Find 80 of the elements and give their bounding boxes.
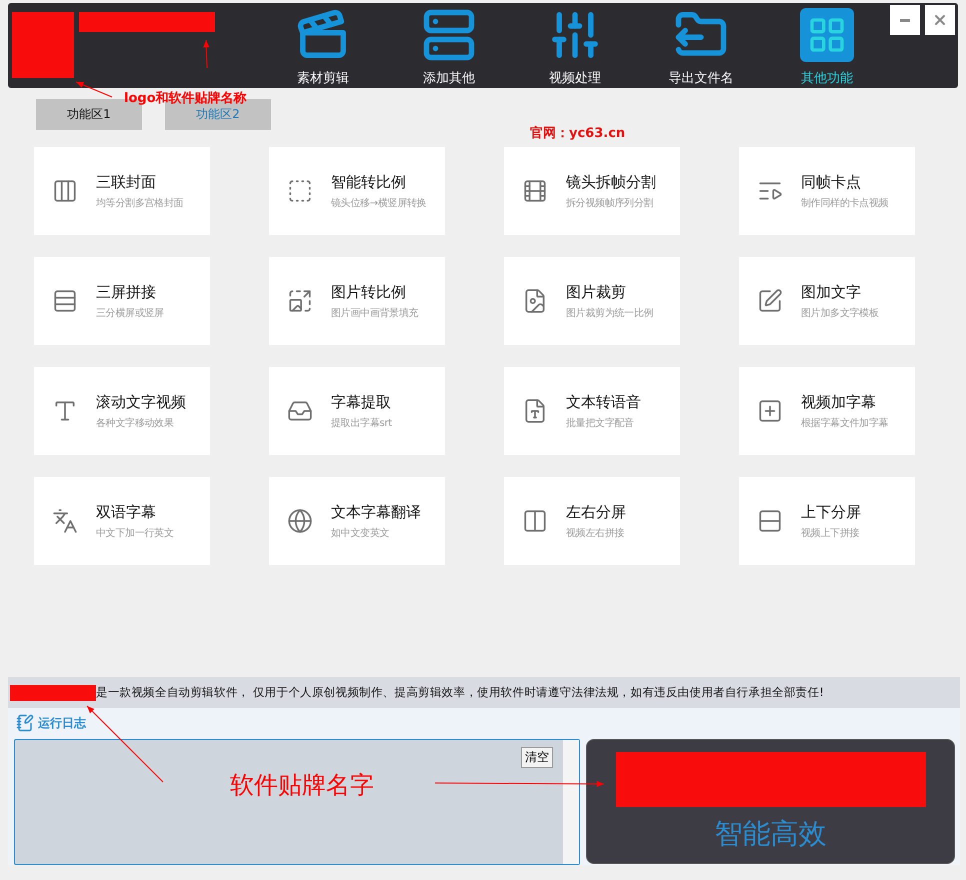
translate-icon: [52, 508, 78, 534]
minimize-button[interactable]: [890, 5, 920, 35]
feature-card[interactable]: 三联封面 均等分割多宫格封面: [34, 147, 210, 235]
feature-title: 三联封面: [96, 172, 157, 192]
feature-subtitle: 各种文字移动效果: [96, 416, 175, 430]
feature-title: 图片裁剪: [566, 282, 627, 302]
feature-title: 双语字幕: [96, 502, 157, 522]
feature-title: 同帧卡点: [801, 172, 862, 192]
feature-card[interactable]: 左右分屏 视频左右拼接: [504, 477, 680, 565]
globe-icon: [287, 508, 313, 534]
annotation-arrow: [206, 40, 207, 68]
feature-card[interactable]: 滚动文字视频 各种文字移动效果: [34, 367, 210, 455]
annotation-arrow: [76, 82, 112, 97]
film-icon: [522, 178, 548, 204]
feature-title: 滚动文字视频: [96, 392, 186, 412]
feature-card[interactable]: 三屏拼接 三分横屏或竖屏: [34, 257, 210, 345]
nav-label[interactable]: 添加其他: [423, 69, 475, 87]
redacted-logo: [12, 12, 74, 78]
feature-title: 图加文字: [801, 282, 862, 302]
promo-text: 智能高效: [714, 816, 826, 852]
split-horizontal-icon: [757, 508, 783, 534]
feature-card[interactable]: 字幕提取 提取出字幕srt: [269, 367, 445, 455]
feature-card[interactable]: 图加文字 图片加多文字模板: [739, 257, 915, 345]
feature-subtitle: 如中文变英文: [331, 526, 390, 540]
nav-label[interactable]: 素材剪辑: [297, 69, 349, 87]
feature-card[interactable]: 镜头拆帧分割 拆分视频帧序列分割: [504, 147, 680, 235]
feature-title: 文本转语音: [566, 392, 641, 412]
annotation-text: 软件贴牌名字: [230, 770, 374, 801]
website-text: 官网：yc63.cn: [530, 124, 626, 142]
nav-label[interactable]: 其他功能: [801, 69, 853, 87]
feature-title: 左右分屏: [566, 502, 626, 522]
split-vertical-icon: [522, 508, 548, 534]
feature-title: 图片转比例: [331, 282, 407, 302]
rows-icon: [52, 288, 78, 314]
feature-title: 三屏拼接: [96, 282, 157, 302]
feature-subtitle: 三分横屏或竖屏: [96, 306, 164, 320]
feature-subtitle: 镜头位移→横竖屏转换: [331, 196, 426, 210]
dashed-square-icon: [287, 178, 313, 204]
feature-subtitle: 批量把文字配音: [566, 416, 635, 430]
feature-title: 文本字幕翻译: [331, 502, 421, 522]
close-button[interactable]: [925, 5, 955, 35]
feature-title: 智能转比例: [331, 172, 407, 192]
feature-card[interactable]: 双语字幕 中文下加一行英文: [34, 477, 210, 565]
feature-card[interactable]: 文本转语音 批量把文字配音: [504, 367, 680, 455]
feature-subtitle: 视频上下拼接: [801, 526, 860, 540]
feature-title: 镜头拆帧分割: [566, 172, 656, 192]
feature-subtitle: 均等分割多宫格封面: [96, 196, 184, 210]
feature-card[interactable]: 同帧卡点 制作同样的卡点视频: [739, 147, 915, 235]
plus-square-icon: [757, 398, 783, 424]
nav-label[interactable]: 导出文件名: [668, 69, 734, 87]
feature-subtitle: 提取出字幕srt: [331, 416, 392, 430]
feature-card[interactable]: 文本字幕翻译 如中文变英文: [269, 477, 445, 565]
feature-subtitle: 拆分视频帧序列分割: [566, 196, 654, 210]
feature-title: 视频加字幕: [801, 392, 877, 412]
feature-card[interactable]: 视频加字幕 根据字幕文件加字幕: [739, 367, 915, 455]
close-icon: [932, 12, 948, 28]
feature-subtitle: 视频左右拼接: [566, 526, 626, 540]
feature-subtitle: 根据字幕文件加字幕: [801, 416, 888, 430]
notice-text: 是一款视频全自动剪辑软件， 仅用于个人原创视频制作、提高剪辑效率，使用软件时请遵守法律法规，如有违反由使用者自行承担全部责任!: [96, 685, 824, 700]
notebook-icon: [16, 714, 34, 732]
feature-title: 上下分屏: [801, 502, 861, 522]
feature-card[interactable]: 智能转比例 镜头位移→横竖屏转换: [269, 147, 445, 235]
log-title: 运行日志: [38, 714, 86, 732]
edit-icon: [757, 288, 783, 314]
feature-card[interactable]: 图片裁剪 图片裁剪为统一比例: [504, 257, 680, 345]
feature-subtitle: 中文下加一行英文: [96, 526, 174, 540]
nav-label[interactable]: 视频处理: [549, 69, 601, 87]
columns-icon: [52, 178, 78, 204]
minimize-icon: [900, 18, 910, 22]
image-icon: [287, 288, 313, 314]
server-icon[interactable]: [422, 8, 476, 62]
feature-subtitle: 图片画中画背景填充: [331, 306, 418, 320]
feature-card[interactable]: 上下分屏 视频上下拼接: [739, 477, 915, 565]
feature-subtitle: 图片加多文字模板: [801, 306, 879, 320]
feature-card[interactable]: 图片转比例 图片画中画背景填充: [269, 257, 445, 345]
feature-title: 字幕提取: [331, 392, 392, 412]
feature-subtitle: 制作同样的卡点视频: [801, 196, 888, 210]
clear-button[interactable]: 清空: [521, 747, 553, 768]
feature-subtitle: 图片裁剪为统一比例: [566, 306, 654, 320]
scrollbar[interactable]: [563, 740, 579, 864]
